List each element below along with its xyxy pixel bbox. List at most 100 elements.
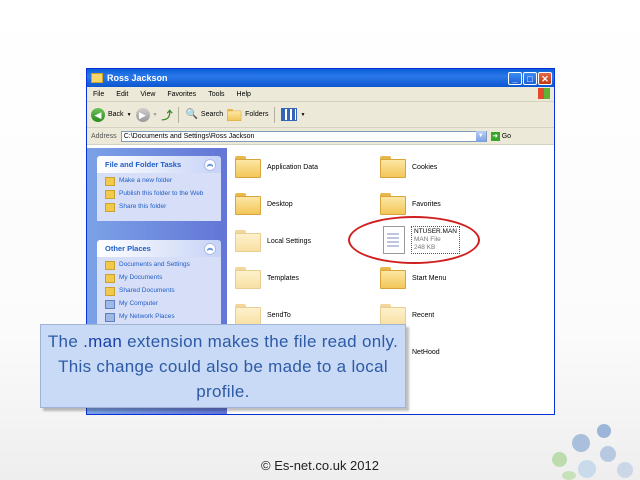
views-icon bbox=[281, 108, 298, 121]
task-publish-folder[interactable]: Publish this folder to the Web bbox=[105, 190, 215, 199]
forward-button[interactable]: ▶ ▼ bbox=[135, 107, 158, 122]
copyright-footer: © Es-net.co.uk 2012 bbox=[261, 458, 379, 473]
place-label: Shared Documents bbox=[119, 287, 175, 294]
folder-icon bbox=[235, 156, 261, 178]
place-my-documents[interactable]: My Documents bbox=[105, 274, 215, 283]
go-label: Go bbox=[501, 132, 512, 140]
task-make-new-folder[interactable]: Make a new folder bbox=[105, 177, 215, 186]
folder-icon bbox=[91, 73, 103, 83]
place-documents-and-settings[interactable]: Documents and Settings bbox=[105, 261, 215, 270]
go-button[interactable]: ➜ Go bbox=[490, 131, 512, 141]
forward-arrow-icon: ▶ bbox=[135, 107, 150, 122]
chevron-down-icon[interactable]: ▼ bbox=[153, 112, 158, 118]
folder-icon bbox=[380, 267, 406, 289]
back-label: Back bbox=[108, 111, 124, 118]
place-shared-documents[interactable]: Shared Documents bbox=[105, 287, 215, 296]
share-folder-icon bbox=[105, 203, 115, 212]
address-label: Address bbox=[91, 132, 117, 140]
item-label: Templates bbox=[267, 274, 299, 282]
task-label: Publish this folder to the Web bbox=[119, 190, 204, 197]
item-label: NetHood bbox=[412, 348, 440, 356]
callout-box: The .man extension makes the file read o… bbox=[40, 324, 406, 408]
search-button[interactable]: 🔍 Search bbox=[185, 109, 223, 120]
toolbar-separator bbox=[274, 106, 276, 123]
folder-icon bbox=[380, 193, 406, 215]
address-value: C:\Documents and Settings\Ross Jackson bbox=[123, 132, 255, 140]
menu-view[interactable]: View bbox=[134, 91, 161, 98]
folder-cookies[interactable]: Cookies bbox=[380, 156, 437, 178]
highlight-ellipse bbox=[348, 216, 480, 264]
menu-help[interactable]: Help bbox=[231, 91, 257, 98]
folder-icon bbox=[105, 287, 115, 296]
up-folder-button[interactable]: ⤴ bbox=[161, 107, 172, 123]
folder-icon bbox=[227, 108, 242, 121]
callout-text: The bbox=[47, 332, 84, 351]
panel-title: File and Folder Tasks bbox=[105, 160, 182, 169]
folder-application-data[interactable]: Application Data bbox=[235, 156, 318, 178]
go-arrow-icon: ➜ bbox=[490, 131, 500, 141]
place-label: My Computer bbox=[119, 300, 159, 307]
folder-icon bbox=[105, 261, 115, 270]
search-label: Search bbox=[200, 111, 224, 118]
item-label: Start Menu bbox=[412, 274, 447, 282]
menu-tools[interactable]: Tools bbox=[202, 91, 230, 98]
place-my-network-places[interactable]: My Network Places bbox=[105, 313, 215, 322]
window-title: Ross Jackson bbox=[107, 73, 168, 83]
deco-circle bbox=[572, 434, 590, 452]
folder-icon bbox=[235, 193, 261, 215]
folder-icon bbox=[235, 267, 261, 289]
up-arrow-icon: ⤴ bbox=[161, 109, 173, 122]
folder-favorites[interactable]: Favorites bbox=[380, 193, 441, 215]
chevron-down-icon[interactable]: ▼ bbox=[127, 112, 132, 118]
task-label: Make a new folder bbox=[119, 177, 173, 184]
back-button[interactable]: ◀ Back ▼ bbox=[91, 107, 132, 122]
collapse-icon[interactable]: ︽ bbox=[204, 243, 216, 255]
panel-title: Other Places bbox=[105, 244, 151, 253]
new-folder-icon bbox=[105, 177, 115, 186]
place-label: Documents and Settings bbox=[119, 261, 190, 268]
close-button[interactable]: ✕ bbox=[538, 71, 552, 85]
chevron-down-icon[interactable]: ▼ bbox=[475, 130, 486, 142]
address-input[interactable]: C:\Documents and Settings\Ross Jackson ▼ bbox=[120, 130, 487, 142]
task-label: Share this folder bbox=[119, 203, 167, 210]
item-label: Favorites bbox=[412, 200, 441, 208]
minimize-button[interactable]: _ bbox=[508, 71, 522, 85]
collapse-icon[interactable]: ︽ bbox=[204, 159, 216, 171]
menu-edit[interactable]: Edit bbox=[110, 91, 134, 98]
callout-extension: .man bbox=[83, 332, 123, 351]
item-label: Local Settings bbox=[267, 237, 311, 245]
menu-favorites[interactable]: Favorites bbox=[161, 91, 202, 98]
windows-logo-icon bbox=[538, 88, 550, 99]
item-label: Recent bbox=[412, 311, 435, 319]
menu-bar: File Edit View Favorites Tools Help bbox=[87, 87, 554, 102]
menu-file[interactable]: File bbox=[87, 91, 110, 98]
item-label: Application Data bbox=[267, 163, 318, 171]
views-button[interactable]: ▼ bbox=[281, 108, 305, 121]
panel-header[interactable]: Other Places ︽ bbox=[97, 240, 221, 257]
folders-button[interactable]: Folders bbox=[227, 104, 268, 126]
title-bar[interactable]: Ross Jackson _ □ ✕ bbox=[87, 69, 554, 87]
place-label: My Network Places bbox=[119, 313, 175, 320]
chevron-down-icon[interactable]: ▼ bbox=[300, 112, 305, 118]
maximize-button[interactable]: □ bbox=[523, 71, 537, 85]
item-label: Cookies bbox=[412, 163, 438, 171]
toolbar-separator bbox=[178, 106, 180, 123]
folder-sendto[interactable]: SendTo bbox=[235, 304, 291, 326]
folder-icon bbox=[235, 304, 261, 326]
folder-templates[interactable]: Templates bbox=[235, 267, 299, 289]
place-my-computer[interactable]: My Computer bbox=[105, 300, 215, 309]
folder-desktop[interactable]: Desktop bbox=[235, 193, 293, 215]
folder-recent[interactable]: Recent bbox=[380, 304, 434, 326]
deco-circle bbox=[597, 424, 611, 438]
place-label: My Documents bbox=[119, 274, 163, 281]
address-bar: Address C:\Documents and Settings\Ross J… bbox=[87, 128, 554, 145]
toolbar: ◀ Back ▼ ▶ ▼ ⤴ 🔍 Search Folders ▼ bbox=[87, 102, 554, 128]
panel-header[interactable]: File and Folder Tasks ︽ bbox=[97, 156, 221, 173]
folder-start-menu[interactable]: Start Menu bbox=[380, 267, 446, 289]
folders-label: Folders bbox=[245, 111, 269, 118]
task-share-folder[interactable]: Share this folder bbox=[105, 203, 215, 212]
item-label: Desktop bbox=[267, 200, 293, 208]
folder-local-settings[interactable]: Local Settings bbox=[235, 230, 311, 252]
other-places-panel: Other Places ︽ Documents and Settings My… bbox=[97, 240, 221, 331]
folder-icon bbox=[235, 230, 261, 252]
